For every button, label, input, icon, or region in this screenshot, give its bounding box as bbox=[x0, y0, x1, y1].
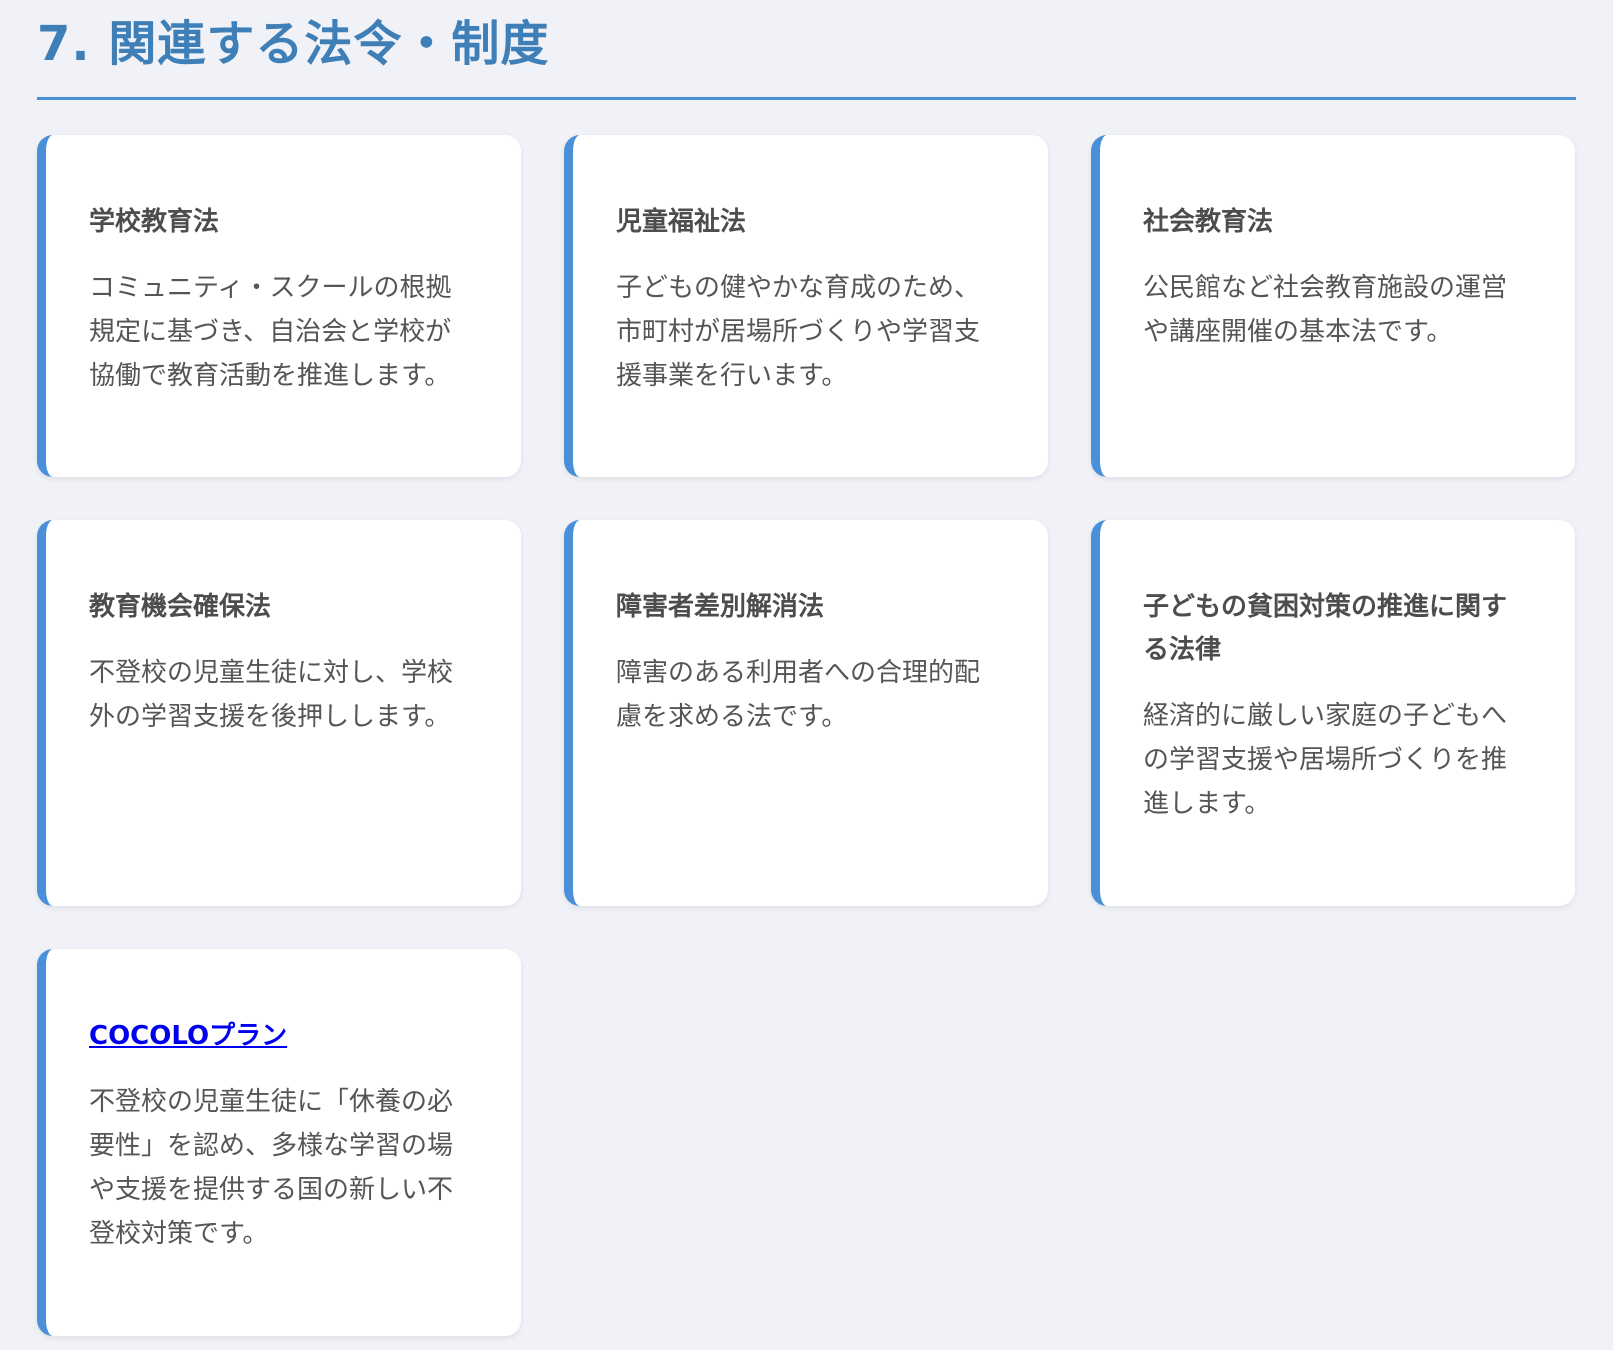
laws-section: 7. 関連する法令・制度 学校教育法 コミュニティ・スクールの根拠規定に基づき、… bbox=[37, 0, 1576, 1336]
card-description: 公民館など社会教育施設の運営や講座開催の基本法です。 bbox=[1143, 273, 1508, 347]
law-card-educational-opportunity-act: 教育機会確保法 不登校の児童生徒に対し、学校外の学習支援を後押しします。 bbox=[37, 520, 521, 906]
law-card-disability-discrimination-act: 障害者差別解消法 障害のある利用者への合理的配慮を求める法です。 bbox=[564, 520, 1048, 906]
title-divider bbox=[37, 97, 1576, 100]
card-description: 経済的に厳しい家庭の子どもへの学習支援や居場所づくりを推進します。 bbox=[1143, 701, 1508, 819]
cocolo-plan-link[interactable]: COCOLOプラン bbox=[89, 1021, 287, 1051]
law-card-child-welfare-act: 児童福祉法 子どもの健やかな育成のため、市町村が居場所づくりや学習支援事業を行い… bbox=[564, 135, 1048, 477]
card-title: 学校教育法 bbox=[89, 207, 220, 237]
card-title: 社会教育法 bbox=[1143, 207, 1274, 237]
card-description: 子どもの健やかな育成のため、市町村が居場所づくりや学習支援事業を行います。 bbox=[616, 273, 981, 391]
law-card-school-education-act: 学校教育法 コミュニティ・スクールの根拠規定に基づき、自治会と学校が協働で教育活… bbox=[37, 135, 521, 477]
card-description: 不登校の児童生徒に対し、学校外の学習支援を後押しします。 bbox=[89, 658, 454, 732]
card-title: 障害者差別解消法 bbox=[616, 592, 825, 622]
card-description: コミュニティ・スクールの根拠規定に基づき、自治会と学校が協働で教育活動を推進しま… bbox=[89, 273, 452, 391]
card-title: 子どもの貧困対策の推進に関する法律 bbox=[1143, 592, 1508, 665]
section-title: 7. 関連する法令・制度 bbox=[37, 16, 550, 72]
law-card-grid: 学校教育法 コミュニティ・スクールの根拠規定に基づき、自治会と学校が協働で教育活… bbox=[37, 135, 1576, 1336]
law-card-social-education-act: 社会教育法 公民館など社会教育施設の運営や講座開催の基本法です。 bbox=[1091, 135, 1575, 477]
card-title: COCOLOプラン bbox=[89, 1015, 477, 1058]
card-description: 障害のある利用者への合理的配慮を求める法です。 bbox=[616, 658, 981, 732]
law-card-child-poverty-act: 子どもの貧困対策の推進に関する法律 経済的に厳しい家庭の子どもへの学習支援や居場… bbox=[1091, 520, 1575, 906]
card-description: 不登校の児童生徒に「休養の必要性」を認め、多様な学習の場や支援を提供する国の新し… bbox=[89, 1087, 454, 1249]
card-title: 教育機会確保法 bbox=[89, 592, 272, 622]
card-title: 児童福祉法 bbox=[616, 207, 747, 237]
law-card-cocolo-plan: COCOLOプラン 不登校の児童生徒に「休養の必要性」を認め、多様な学習の場や支… bbox=[37, 949, 521, 1336]
